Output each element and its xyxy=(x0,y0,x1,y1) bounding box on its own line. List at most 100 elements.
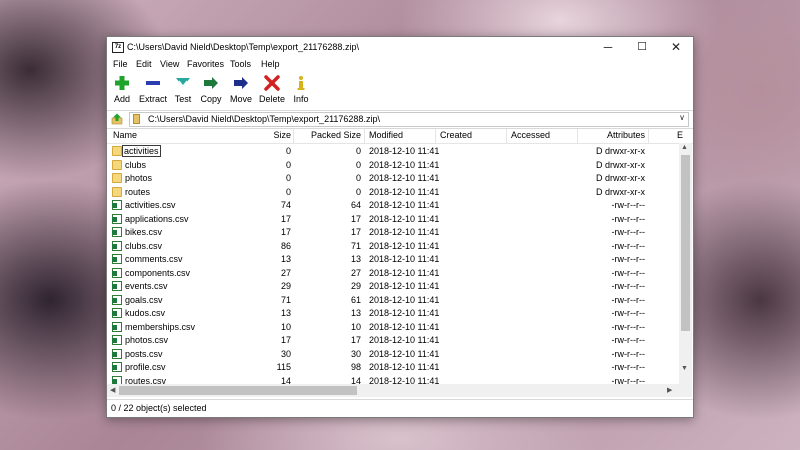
folder-row[interactable]: routes 0 0 2018-12-10 11:41 D drwxr-xr-x xyxy=(107,186,679,199)
copy-button[interactable]: Copy xyxy=(198,73,224,107)
menu-edit[interactable]: Edit xyxy=(136,59,152,69)
file-size: 0 xyxy=(285,186,291,197)
csv-file-icon xyxy=(112,294,122,305)
menu-favorites[interactable]: Favorites xyxy=(187,59,224,69)
scroll-right-arrow-icon[interactable]: ▶ xyxy=(667,386,672,394)
file-name-text: photos.csv xyxy=(125,335,169,345)
file-row[interactable]: applications.csv 17 17 2018-12-10 11:41 -rw-… xyxy=(107,213,679,226)
csv-file-icon xyxy=(112,254,122,264)
file-packed-size: 98 xyxy=(350,362,361,372)
file-row[interactable]: memberships.csv 10 10 2018-12-10 11:41 -rw-r… xyxy=(107,321,679,334)
scroll-left-arrow-icon[interactable]: ◀ xyxy=(110,386,115,394)
file-row[interactable]: comments.csv 13 13 2018-12-10 11:41 -rw-r--r… xyxy=(107,253,679,266)
column-divider[interactable] xyxy=(577,129,578,143)
close-button[interactable]: ✕ xyxy=(659,37,693,57)
file-row[interactable]: bikes.csv 17 17 2018-12-10 11:41 -rw-r--r-- xyxy=(107,226,679,239)
file-packed-size: 0 xyxy=(355,159,361,170)
horizontal-scrollbar[interactable]: ◀ ▶ xyxy=(107,384,679,397)
file-name-text: clubs.csv xyxy=(125,240,163,251)
menu-view[interactable]: View xyxy=(160,59,179,69)
column-header-attributes[interactable]: Attributes xyxy=(583,130,645,140)
vertical-scrollbar[interactable]: ▲ ▼ xyxy=(679,143,692,397)
file-name-text: components.csv xyxy=(125,267,191,278)
up-folder-icon[interactable] xyxy=(111,113,123,125)
info-icon xyxy=(297,76,305,90)
extract-button[interactable]: Extract xyxy=(137,73,169,107)
file-row[interactable]: photos.csv 17 17 2018-12-10 11:41 -rw-r--r-- xyxy=(107,334,679,347)
file-name: photos.csv xyxy=(125,335,168,345)
file-packed-size: 17 xyxy=(350,213,361,224)
csv-file-icon xyxy=(112,267,122,278)
file-name: posts.csv xyxy=(125,349,163,359)
column-divider[interactable] xyxy=(293,129,294,143)
file-modified: 2018-12-10 11:41 xyxy=(369,200,440,210)
folder-row[interactable]: clubs 0 0 2018-12-10 11:41 D drwxr-xr-x xyxy=(107,159,679,172)
file-size: 0 xyxy=(285,146,291,156)
test-label: Test xyxy=(174,94,192,104)
archive-window: 7z C:\Users\David Nield\Desktop\Temp\exp… xyxy=(106,36,694,418)
file-packed-size: 10 xyxy=(350,321,361,332)
add-button[interactable]: Add xyxy=(110,73,134,107)
file-row[interactable]: profile.csv 115 98 2018-12-10 11:41 -rw-r--r… xyxy=(107,361,679,374)
file-size: 29 xyxy=(280,281,291,291)
file-row[interactable]: components.csv 27 27 2018-12-10 11:41 -rw-r-… xyxy=(107,267,679,280)
file-row[interactable]: events.csv 29 29 2018-12-10 11:41 -rw-r--r-- xyxy=(107,280,679,293)
move-button[interactable]: Move xyxy=(227,73,255,107)
file-packed-size: 17 xyxy=(350,335,361,345)
vertical-scroll-thumb[interactable] xyxy=(681,155,690,331)
file-name: components.csv xyxy=(125,268,190,278)
test-button[interactable]: Test xyxy=(171,73,195,107)
column-divider[interactable] xyxy=(648,129,649,143)
chevron-down-icon[interactable]: ∨ xyxy=(679,113,685,122)
csv-file-icon xyxy=(112,362,122,372)
file-modified: 2018-12-10 11:41 xyxy=(369,308,440,318)
csv-file-icon xyxy=(112,348,122,359)
scroll-down-arrow-icon[interactable]: ▼ xyxy=(681,365,688,372)
file-row[interactable]: activities.csv 74 64 2018-12-10 11:41 -rw-r-… xyxy=(107,199,679,212)
file-name-text: clubs xyxy=(125,159,147,170)
column-divider[interactable] xyxy=(506,129,507,143)
horizontal-scroll-thumb[interactable] xyxy=(119,386,357,395)
delete-button[interactable]: Delete xyxy=(257,73,287,107)
column-divider[interactable] xyxy=(364,129,365,143)
column-header-accessed[interactable]: Accessed xyxy=(511,130,550,140)
file-row[interactable]: posts.csv 30 30 2018-12-10 11:41 -rw-r--r-- xyxy=(107,348,679,361)
scroll-up-arrow-icon[interactable]: ▲ xyxy=(681,144,688,151)
file-size: 0 xyxy=(285,159,291,170)
column-header-extra[interactable]: E xyxy=(677,130,683,140)
title-bar[interactable]: 7z C:\Users\David Nield\Desktop\Temp\exp… xyxy=(107,37,693,57)
file-attributes: D drwxr-xr-x xyxy=(596,146,645,156)
column-header-modified[interactable]: Modified xyxy=(369,130,403,140)
column-header-name[interactable]: Name xyxy=(113,130,137,140)
file-packed-size: 64 xyxy=(350,200,361,210)
file-row[interactable]: clubs.csv 86 71 2018-12-10 11:41 -rw-r--r-- xyxy=(107,240,679,253)
menu-tools[interactable]: Tools xyxy=(230,59,251,69)
column-header-size[interactable]: Size xyxy=(257,130,291,140)
file-attributes: D drwxr-xr-x xyxy=(596,159,645,170)
file-name-text: activities.csv xyxy=(125,200,176,210)
menu-help[interactable]: Help xyxy=(261,59,280,69)
add-label: Add xyxy=(113,94,130,104)
file-row[interactable]: goals.csv 71 61 2018-12-10 11:41 -rw-r--r-- xyxy=(107,294,679,307)
folder-row[interactable]: activities 0 0 2018-12-10 11:41 D drwxr-xr-x xyxy=(107,145,679,158)
column-header-packed-size[interactable]: Packed Size xyxy=(297,130,361,140)
file-attributes: -rw-r--r-- xyxy=(611,335,645,345)
column-header-created[interactable]: Created xyxy=(440,130,472,140)
file-modified: 2018-12-10 11:41 xyxy=(369,186,440,197)
file-modified: 2018-12-10 11:41 xyxy=(369,173,440,183)
file-attributes: -rw-r--r-- xyxy=(611,321,645,332)
maximize-button[interactable]: ☐ xyxy=(625,37,659,57)
file-row[interactable]: kudos.csv 13 13 2018-12-10 11:41 -rw-r--r-- xyxy=(107,307,679,320)
file-modified: 2018-12-10 11:41 xyxy=(369,240,440,251)
info-button[interactable]: Info xyxy=(289,73,313,107)
minimize-button[interactable]: ─ xyxy=(591,37,625,57)
file-attributes: D drwxr-xr-x xyxy=(596,186,645,197)
file-size: 30 xyxy=(280,348,291,359)
address-field[interactable]: C:\Users\David Nield\Desktop\Temp\export… xyxy=(129,112,689,127)
column-divider[interactable] xyxy=(435,129,436,143)
folder-icon xyxy=(112,159,122,170)
file-name: profile.csv xyxy=(125,362,166,372)
folder-row[interactable]: photos 0 0 2018-12-10 11:41 D drwxr-xr-x xyxy=(107,172,679,185)
file-packed-size: 13 xyxy=(350,308,361,318)
menu-file[interactable]: File xyxy=(113,59,128,69)
